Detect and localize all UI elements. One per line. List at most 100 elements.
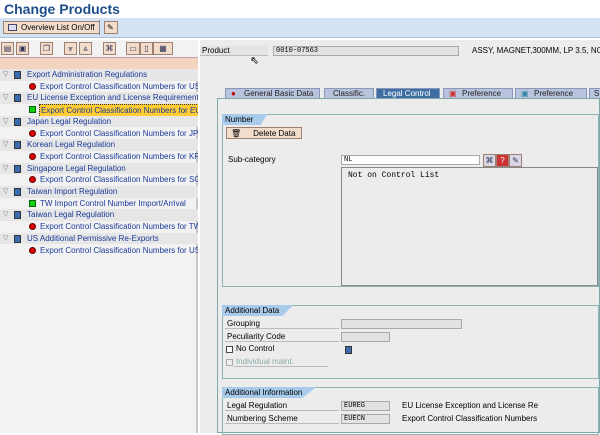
tree-item-label: Export Control Classification Numbers fo… (39, 104, 198, 116)
book-icon (14, 117, 21, 126)
tree-leaf[interactable]: Export Control Classification Numbers fo… (0, 174, 198, 186)
number-group-title: Number (222, 114, 268, 125)
tree-leaf[interactable]: Export Control Classification Numbers fo… (0, 81, 198, 93)
print-icon[interactable]: ▭ (126, 42, 140, 55)
edit-icon[interactable]: ✎ (509, 154, 522, 167)
red-status-icon (29, 152, 36, 160)
collapse-all-icon[interactable]: ⩓ (79, 42, 92, 55)
expand-triangle-icon[interactable]: ▽ (3, 209, 8, 221)
product-description: ASSY, MAGNET,300MM, LP 3.5, NON (472, 46, 600, 55)
expand-triangle-icon[interactable]: ▽ (3, 186, 8, 198)
delete-data-button[interactable]: 🗑 Delete Data (226, 127, 302, 139)
red-status-icon (29, 82, 36, 90)
tree-item-label: Export Control Classification Numbers fo… (40, 151, 198, 161)
additional-information-title: Additional Information (222, 387, 317, 398)
individual-maint-checkbox[interactable] (226, 359, 233, 366)
number-group: Number 🗑 Delete Data Sub-category NL ⌘ ? … (222, 114, 599, 287)
additional-information-group: Additional Information Legal Regulation … (222, 387, 599, 435)
tree-node[interactable]: ▽ Taiwan Legal Regulation (0, 209, 198, 222)
additional-data-title: Additional Data (222, 305, 294, 316)
numbering-scheme-label: Numbering Scheme (225, 414, 339, 424)
tree-node[interactable]: ▽ Singapore Legal Regulation (0, 162, 198, 175)
expand-triangle-icon[interactable]: ▽ (3, 92, 8, 104)
glasses-pencil-icon: ✎ (107, 23, 114, 32)
red-status-icon (29, 129, 36, 137)
tree-leaf[interactable]: Export Control Classification Numbers fo… (0, 151, 198, 163)
display-change-button[interactable]: ✎ (104, 21, 118, 34)
document-export-icon[interactable]: ▣ (16, 42, 29, 55)
expand-triangle-icon[interactable]: ▽ (3, 139, 8, 151)
tree-item-label: US Additional Permissive Re-Exports (27, 233, 159, 243)
green-status-icon (29, 106, 36, 114)
book-icon (14, 234, 21, 243)
overview-list-button[interactable]: Overview List On/Off (3, 21, 100, 34)
page-title: Change Products (4, 1, 120, 17)
tree-leaf[interactable]: Export Control Classification Numbers fo… (0, 221, 198, 233)
numbering-scheme-description: Export Control Classification Numbers (402, 414, 538, 423)
red-status-icon (29, 223, 36, 231)
individual-maint-label: Individual maint. (234, 357, 328, 367)
book-icon[interactable] (345, 346, 352, 354)
detail-panel: Product 0010-07563 ASSY, MAGNET,300MM, L… (200, 40, 600, 435)
list-icon (8, 24, 17, 31)
expand-triangle-icon[interactable]: ▽ (3, 69, 8, 81)
expand-triangle-icon[interactable]: ▽ (3, 116, 8, 128)
tree-item-label: Korean Legal Regulation (27, 140, 116, 150)
tree-item-label: Export Control Classification Numbers fo… (40, 175, 198, 185)
tree-node[interactable]: ▽ EU License Exception and License Requir… (0, 92, 198, 105)
tree-toolbar: ▤ ▣ ❐ ⩔ ⩓ ⌘ ▭ ▯ ▦ (0, 40, 198, 57)
tree-item-label: Export Administration Regulations (27, 70, 148, 79)
red-status-icon (29, 246, 36, 254)
tree-item-label: Export Control Classification Numbers fo… (40, 222, 198, 232)
grouping-label: Grouping (225, 319, 339, 329)
tree-item-label: Export Control Classification Numbers fo… (40, 245, 198, 255)
copy-icon[interactable]: ❐ (40, 42, 53, 55)
legal-regulation-label: Legal Regulation (225, 401, 339, 411)
tree-node[interactable]: ▽ Export Administration Regulations (0, 69, 198, 81)
book-icon (14, 211, 21, 220)
book-icon (14, 94, 21, 103)
tree-leaf[interactable]: Export Control Classification Numbers fo… (0, 128, 198, 140)
tree-item-label: Singapore Legal Regulation (27, 163, 126, 173)
tree-node[interactable]: ▽ US Additional Permissive Re-Exports (0, 232, 198, 245)
columns-icon[interactable]: ▦ (153, 42, 173, 55)
peculiarity-field[interactable] (341, 332, 390, 342)
product-field[interactable]: 0010-07563 (273, 46, 459, 56)
tree-item-label: TW Import Control Number Import/Arrival (40, 198, 186, 208)
tree-item-label: EU License Exception and License Require… (27, 93, 198, 103)
legal-regulation-field[interactable]: EUREG (341, 401, 390, 411)
legal-control-panel: Number 🗑 Delete Data Sub-category NL ⌘ ? … (217, 98, 600, 435)
grouping-field[interactable] (341, 319, 462, 329)
subcategory-field[interactable]: NL (341, 155, 480, 165)
tree-item-label: Japan Legal Regulation (27, 116, 112, 126)
peculiarity-label: Peculiarity Code (225, 332, 339, 342)
document-icon[interactable]: ▤ (1, 42, 14, 55)
additional-data-group: Additional Data Grouping Peculiarity Cod… (222, 305, 599, 379)
book-icon (14, 141, 21, 150)
book-icon (14, 188, 21, 196)
tree-node[interactable]: ▽ Taiwan Import Regulation (0, 186, 198, 198)
overview-list-label: Overview List On/Off (21, 23, 95, 32)
layout-icon[interactable]: ▯ (140, 42, 153, 55)
expand-triangle-icon[interactable]: ▽ (3, 233, 8, 245)
tree-item-label: Taiwan Import Regulation (27, 187, 118, 196)
expand-all-icon[interactable]: ⩔ (64, 42, 77, 55)
book-icon (14, 164, 21, 173)
find-icon[interactable]: ⌘ (103, 42, 116, 55)
red-status-icon (29, 176, 36, 184)
tree-leaf[interactable]: TW Import Control Number Import/Arrival (0, 198, 198, 210)
numbering-scheme-field[interactable]: EUECN (341, 414, 390, 424)
no-control-checkbox[interactable] (226, 346, 233, 353)
application-toolbar: Overview List On/Off ✎ (0, 18, 600, 38)
tree-leaf[interactable]: Export Control Classification Numbers fo… (0, 104, 198, 116)
tree-item-label: Taiwan Legal Regulation (27, 210, 115, 220)
expand-triangle-icon[interactable]: ▽ (3, 163, 8, 175)
tree-node[interactable]: ▽ Korean Legal Regulation (0, 139, 198, 151)
control-text-area[interactable]: Not on Control List (341, 167, 598, 286)
tree-node[interactable]: ▽ Japan Legal Regulation (0, 115, 198, 128)
tree-leaf[interactable]: Export Control Classification Numbers fo… (0, 245, 198, 257)
tree-item-label: Export Control Classification Numbers fo… (40, 81, 198, 91)
find-icon[interactable]: ⌘ (483, 154, 496, 167)
legal-regulation-description: EU License Exception and License Re (402, 401, 539, 410)
help-icon[interactable]: ? (496, 154, 509, 167)
